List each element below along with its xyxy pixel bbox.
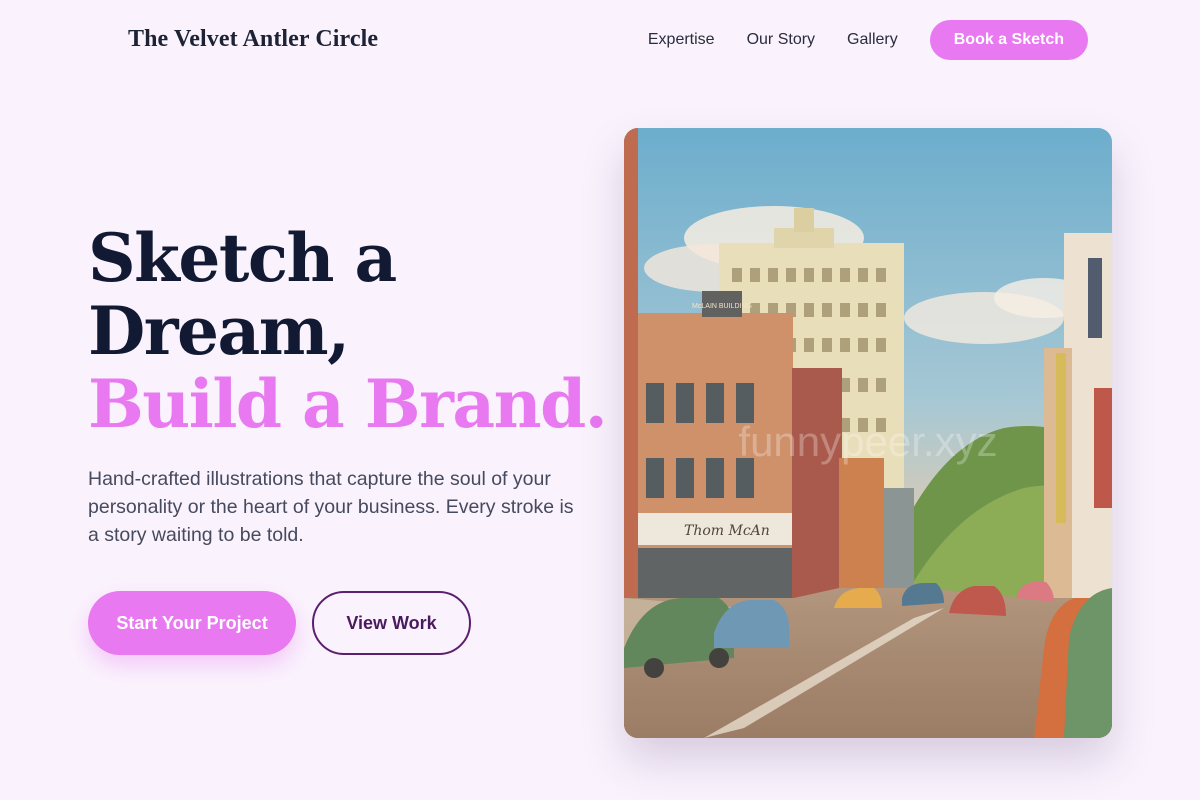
hero-headline: Sketch a Dream, Build a Brand.	[88, 219, 608, 443]
headline-line-1: Sketch a	[88, 219, 397, 297]
vintage-street-postcard: McLAIN BUILDING Thom McAn funnypeer.xyz	[624, 128, 1112, 738]
headline-accent: Build a Brand.	[88, 365, 608, 443]
site-header: The Velvet Antler Circle Expertise Our S…	[0, 0, 1200, 80]
hero-actions: Start Your Project View Work	[88, 591, 588, 655]
main-nav: Expertise Our Story Gallery Book a Sketc…	[648, 20, 1088, 60]
view-work-button[interactable]: View Work	[312, 591, 471, 655]
hero-description: Hand-crafted illustrations that capture …	[88, 468, 574, 546]
hero-image: McLAIN BUILDING Thom McAn funnypeer.xyz	[624, 128, 1112, 738]
headline-line-2: Dream,	[88, 292, 350, 370]
nav-link-gallery[interactable]: Gallery	[847, 20, 898, 60]
book-sketch-button[interactable]: Book a Sketch	[929, 20, 1088, 60]
nav-link-expertise[interactable]: Expertise	[648, 20, 715, 60]
watermark-text: funnypeer.xyz	[738, 418, 997, 465]
nav-link-our-story[interactable]: Our Story	[747, 20, 815, 60]
hero-section: Sketch a Dream, Build a Brand. Hand-craf…	[88, 219, 608, 655]
brand-logo[interactable]: The Velvet Antler Circle	[128, 26, 378, 53]
start-project-button[interactable]: Start Your Project	[88, 591, 296, 655]
